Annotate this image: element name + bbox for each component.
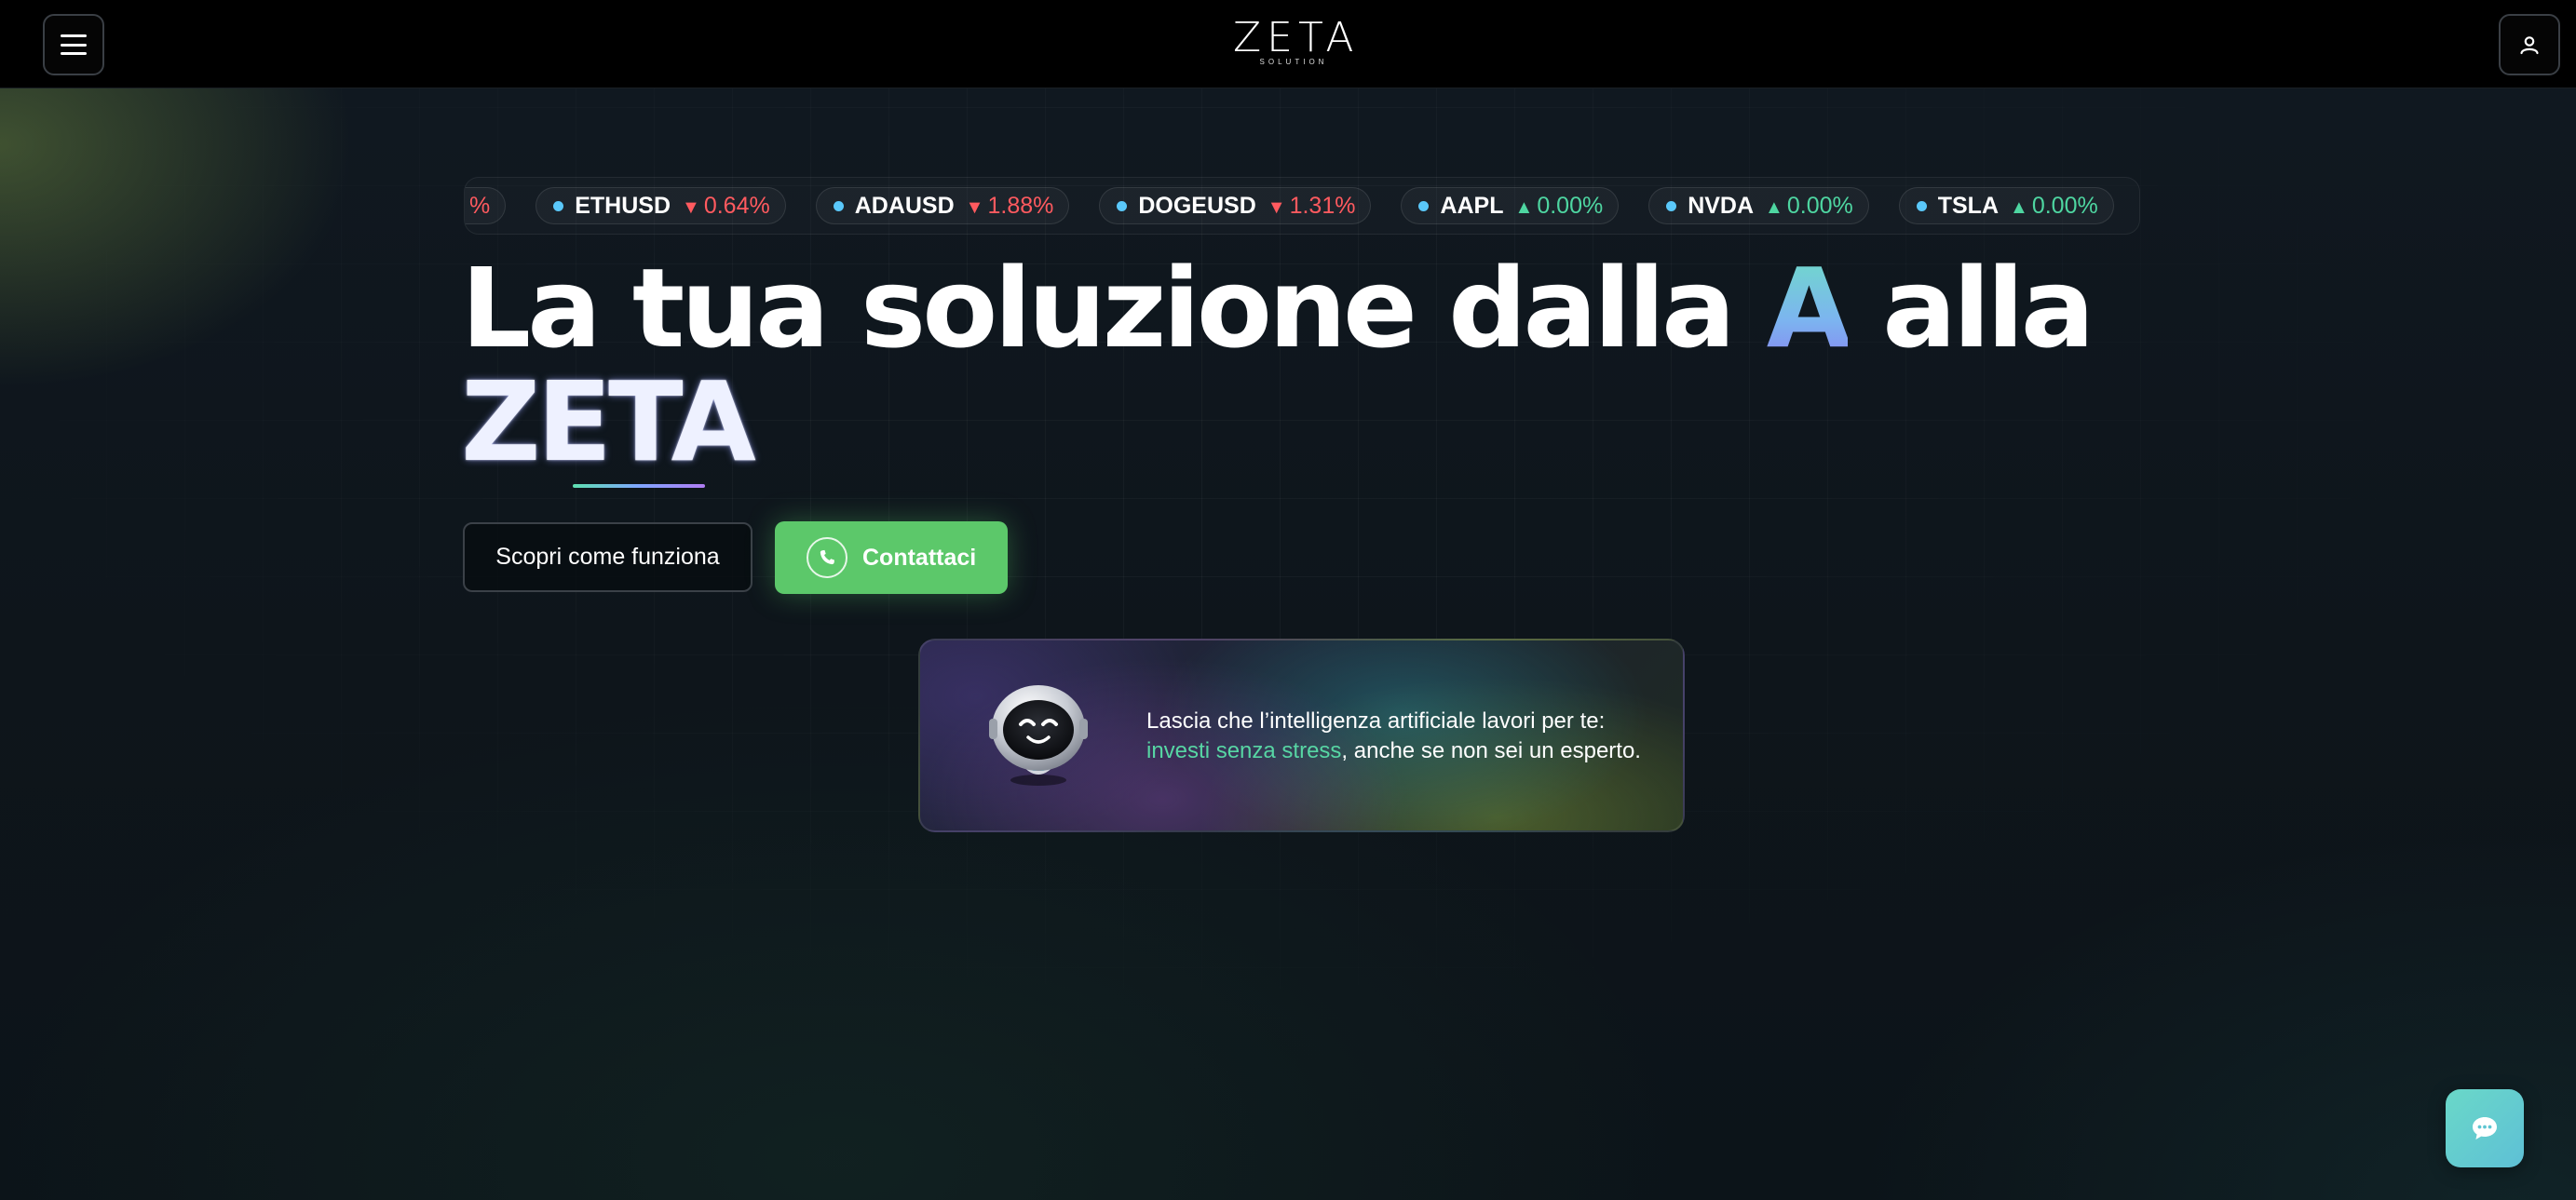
arrow-up-icon: ▲ <box>2010 196 2028 218</box>
headline-part2: alla <box>1848 244 2095 372</box>
ticker-change-value: 0.64% <box>703 192 770 219</box>
chat-button[interactable] <box>2446 1089 2524 1167</box>
user-icon <box>2520 36 2539 55</box>
user-account-button[interactable] <box>2499 14 2560 75</box>
top-navbar: ZETA SOLUTION <box>0 0 2576 88</box>
ticker-change-value: 0.00% <box>1786 192 1853 219</box>
ticker-symbol: DOGEUSD <box>1138 192 1256 219</box>
ticker-change: ▼ 1.88% <box>966 193 1054 220</box>
ticker-symbol: NVDA <box>1688 192 1755 219</box>
contact-button[interactable]: Contattaci <box>775 521 1008 594</box>
ticker-change: ▼ 0.64% <box>682 193 770 220</box>
ticker-item-tsla: TSLA ▲ 0.00% <box>1898 187 2114 224</box>
ticker-symbol: TSLA <box>1937 192 2000 219</box>
status-dot <box>1666 200 1677 211</box>
how-it-works-button[interactable]: Scopri come funziona <box>463 522 752 592</box>
ticker-change-value: 1.31% <box>1289 192 1356 219</box>
headline-zeta-text: ZETA <box>461 357 756 486</box>
ticker-item-partial: % <box>465 187 507 224</box>
ticker-symbol: AAPL <box>1440 192 1504 219</box>
ai-text-before: Lascia che l’intelligenza artificiale la… <box>1146 708 1606 734</box>
status-dot <box>833 200 844 211</box>
ai-promo-text: Lascia che l’intelligenza artificiale la… <box>1146 707 1668 766</box>
ai-text-highlight: investi senza stress <box>1146 738 1342 763</box>
ticker-item-ethusd: ETHUSD ▼ 0.64% <box>536 187 786 224</box>
headline-zeta: ZETA <box>461 365 756 488</box>
menu-button[interactable] <box>43 14 104 75</box>
ai-promo-card: Lascia che l’intelligenza artificiale la… <box>918 639 1685 832</box>
robot-icon <box>989 685 1088 786</box>
ticker-item-nvda: NVDA ▲ 0.00% <box>1648 187 1869 224</box>
arrow-down-icon: ▼ <box>1267 196 1286 218</box>
ticker-change: ▲ 0.00% <box>1765 193 1853 220</box>
chat-bubble-icon <box>2473 1117 2497 1139</box>
ticker-item-adausd: ADAUSD ▼ 1.88% <box>815 187 1070 224</box>
phone-icon <box>807 537 847 578</box>
status-dot <box>1117 200 1128 211</box>
ticker-change-value: 0.00% <box>2031 192 2098 219</box>
hero-headline: La tua soluzione dalla A alla ZETA <box>461 251 2324 488</box>
ticker-change: % <box>469 192 491 219</box>
ticker-change: ▲ 0.00% <box>1515 193 1604 220</box>
hamburger-icon <box>61 34 87 55</box>
headline-part1: La tua soluzione dalla <box>461 244 1767 372</box>
zeta-underline <box>573 484 705 488</box>
ticker-symbol: ADAUSD <box>854 192 955 219</box>
logo[interactable]: ZETA SOLUTION <box>1233 17 1354 69</box>
contact-button-label: Contattaci <box>862 544 977 571</box>
ticker-change: ▲ 0.00% <box>2010 193 2098 220</box>
status-dot <box>553 200 564 211</box>
arrow-up-icon: ▲ <box>1514 196 1534 218</box>
ticker-item-dogeusd: DOGEUSD ▼ 1.31% <box>1099 187 1372 224</box>
ticker-track: % ETHUSD ▼ 0.64% ADAUSD ▼ 1.88% DOGEUSD ▼ 1.31% A… <box>465 187 2139 226</box>
ticker-change: ▼ 1.31% <box>1268 193 1356 220</box>
ticker-item-aapl: AAPL ▲ 0.00% <box>1401 187 1620 224</box>
status-dot <box>1916 200 1927 211</box>
status-dot <box>1418 200 1430 211</box>
logo-text: ZETA <box>1233 14 1360 61</box>
market-ticker: % ETHUSD ▼ 0.64% ADAUSD ▼ 1.88% DOGEUSD ▼ 1.31% A… <box>464 177 2140 235</box>
ticker-change-value: 0.00% <box>1537 192 1604 219</box>
ai-text-after: , anche se non sei un esperto. <box>1341 738 1641 763</box>
arrow-up-icon: ▲ <box>1765 196 1783 218</box>
ticker-symbol: ETHUSD <box>575 192 671 219</box>
ticker-change-value: 1.88% <box>987 192 1054 219</box>
arrow-down-icon: ▼ <box>965 196 984 218</box>
headline-highlight: A <box>1766 244 1851 372</box>
arrow-down-icon: ▼ <box>682 196 700 218</box>
